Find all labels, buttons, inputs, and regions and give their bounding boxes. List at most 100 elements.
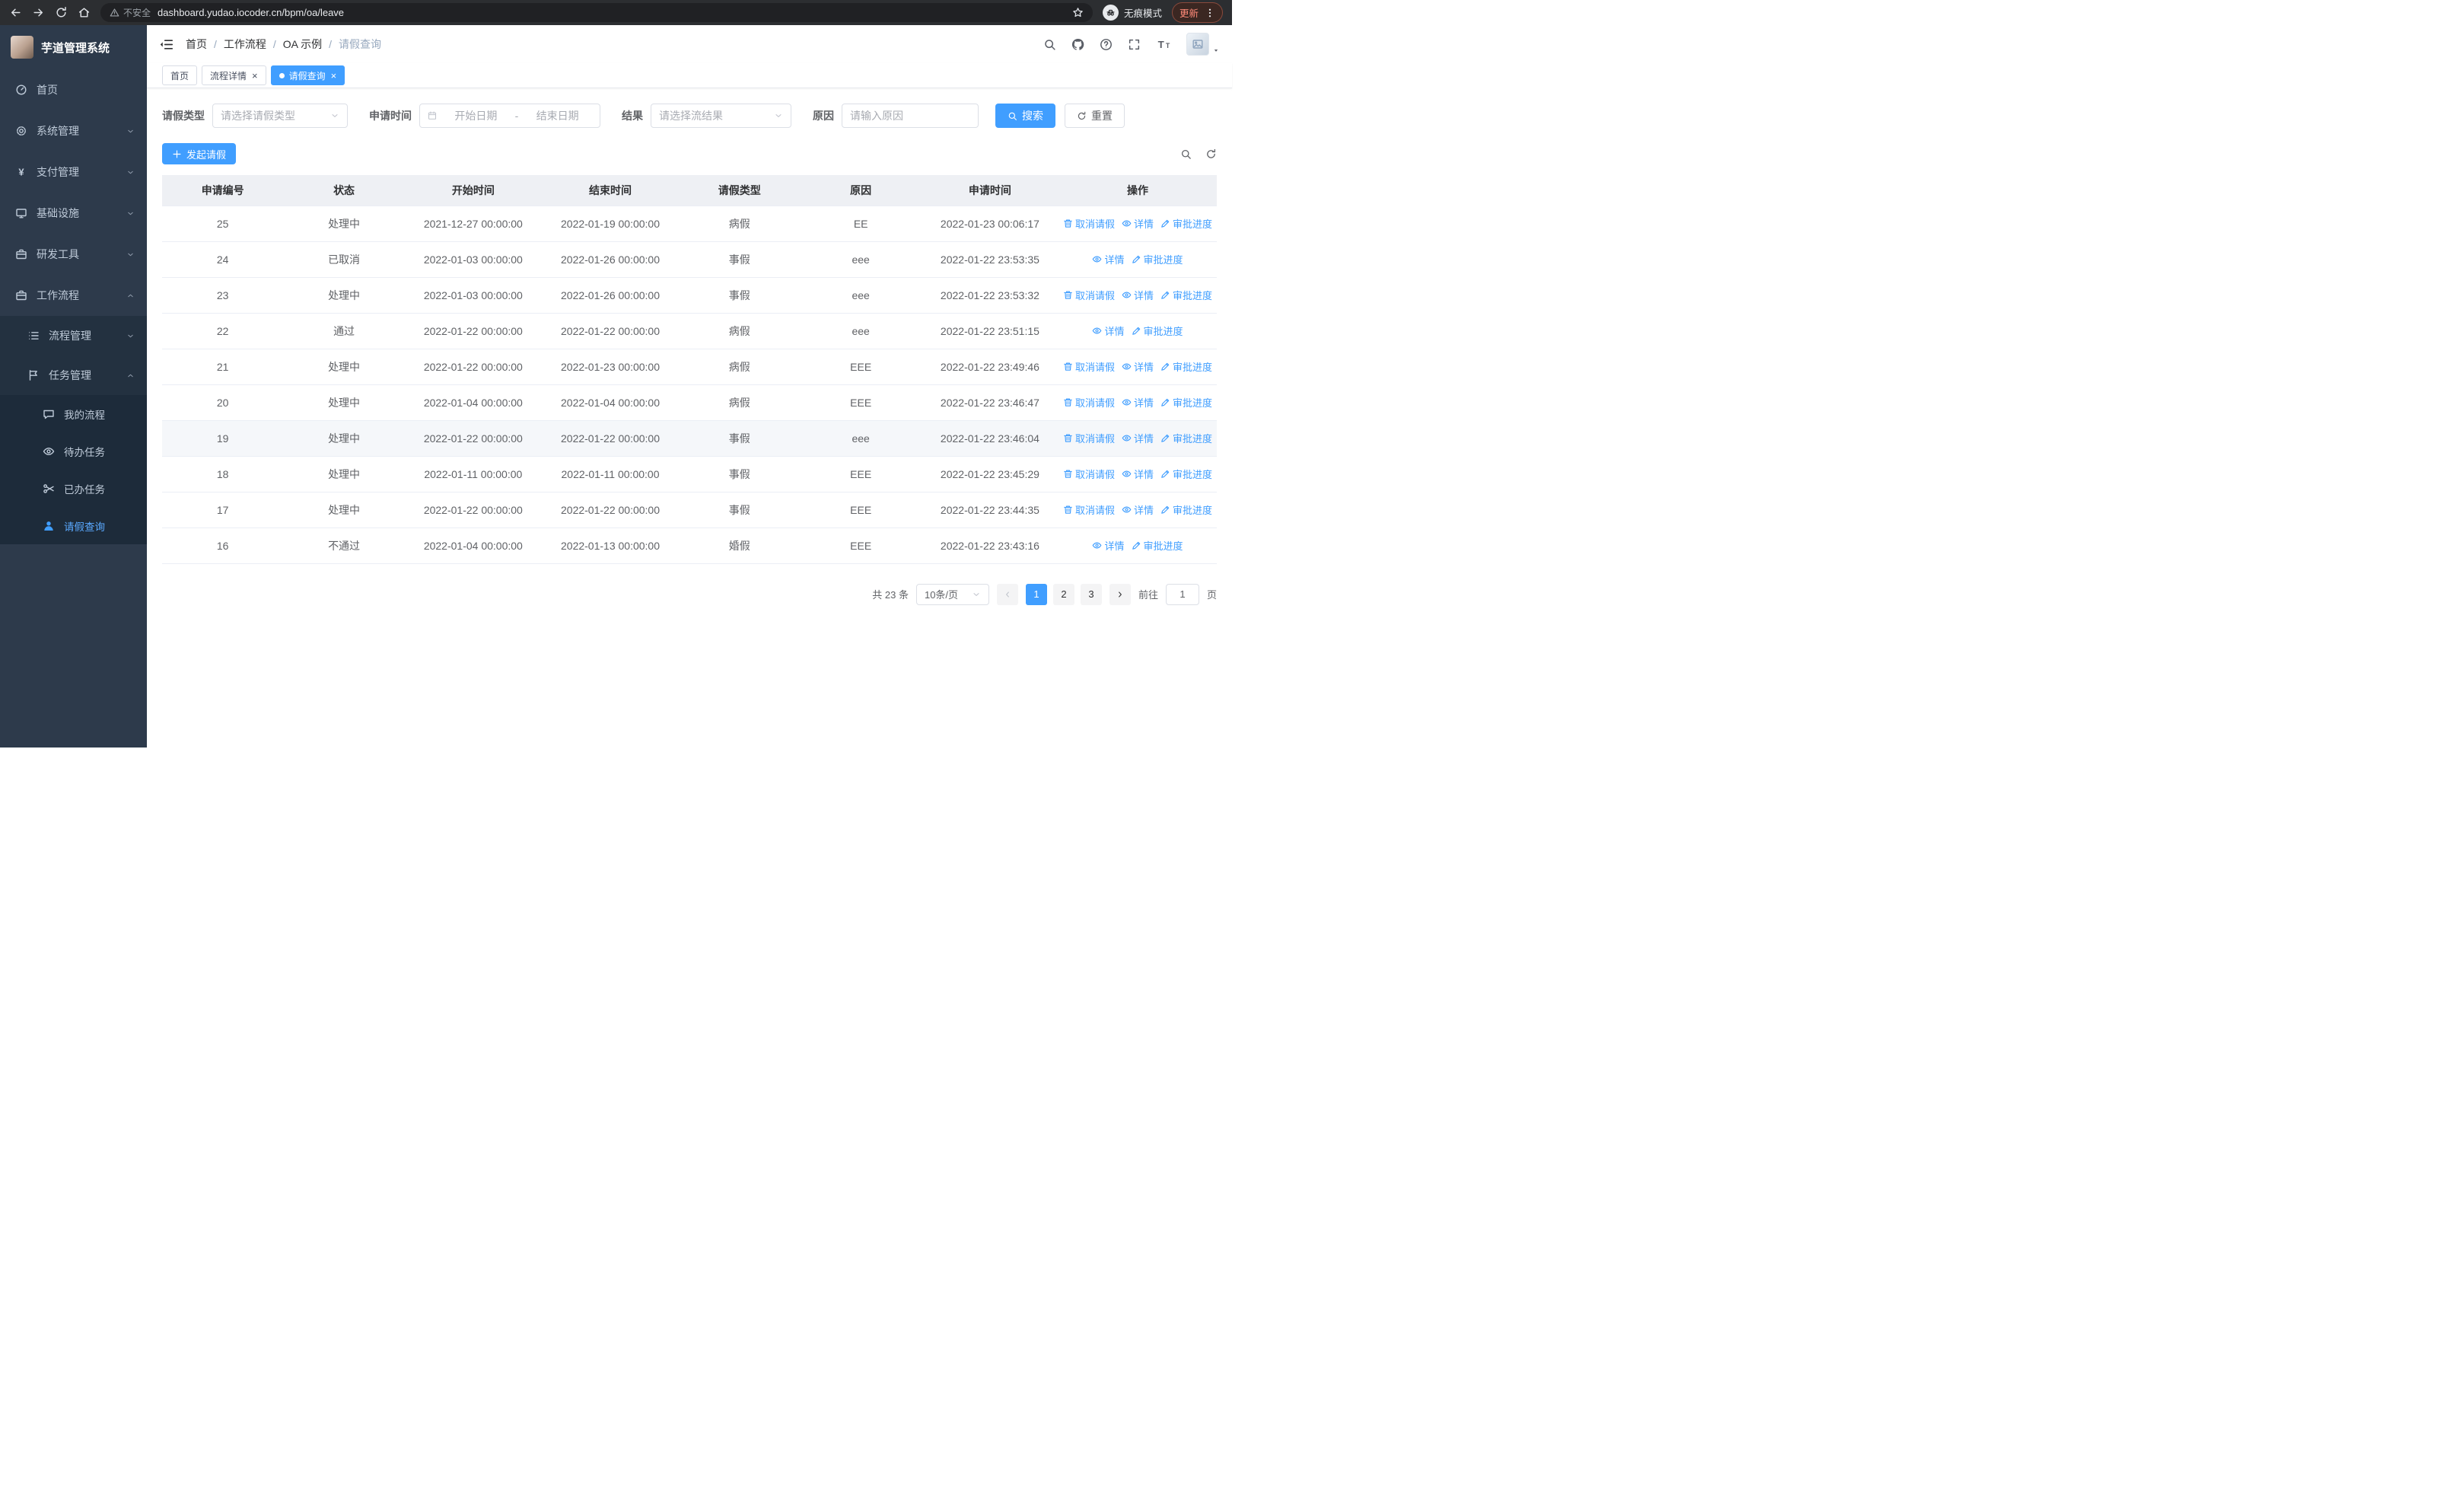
breadcrumb-item[interactable]: 工作流程 [224, 37, 266, 52]
action-detail[interactable]: 详情 [1092, 252, 1125, 266]
leave-type-select[interactable]: 请选择请假类型 [212, 104, 348, 128]
page-button-2[interactable]: 2 [1052, 583, 1074, 605]
action-cancel[interactable]: 取消请假 [1063, 467, 1115, 481]
action-progress[interactable]: 审批进度 [1160, 431, 1212, 445]
bookmark-star-icon[interactable] [1072, 7, 1084, 18]
sidebar-item-payment-management[interactable]: ¥ 支付管理 [0, 151, 147, 193]
cell-type: 事假 [679, 420, 801, 457]
action-cancel[interactable]: 取消请假 [1063, 431, 1115, 445]
action-detail[interactable]: 详情 [1092, 538, 1125, 553]
collapse-menu-icon[interactable] [159, 37, 173, 52]
cell-start: 2022-01-22 00:00:00 [404, 349, 542, 385]
action-progress[interactable]: 审批进度 [1132, 538, 1183, 553]
fullscreen-icon[interactable] [1128, 38, 1141, 51]
security-warning[interactable]: 不安全 [110, 6, 151, 19]
goto-page-input[interactable] [1165, 583, 1199, 605]
reset-button[interactable]: 重置 [1065, 104, 1125, 128]
sidebar-item-leave-query[interactable]: 请假查询 [0, 507, 147, 544]
tab-process-detail[interactable]: 流程详情 × [202, 65, 266, 85]
action-detail[interactable]: 详情 [1122, 359, 1154, 374]
action-detail[interactable]: 详情 [1122, 467, 1154, 481]
result-select[interactable]: 请选择流结果 [651, 104, 791, 128]
table-row[interactable]: 18 处理中 2022-01-11 00:00:00 2022-01-11 00:00… [162, 456, 1217, 492]
action-label: 详情 [1104, 540, 1125, 552]
action-cancel[interactable]: 取消请假 [1063, 216, 1115, 231]
prev-page-button[interactable] [996, 583, 1018, 605]
action-cancel[interactable]: 取消请假 [1063, 359, 1115, 374]
page-button-1[interactable]: 1 [1025, 583, 1047, 605]
action-detail[interactable]: 详情 [1092, 324, 1125, 338]
breadcrumb-item[interactable]: 首页 [186, 37, 207, 52]
user-menu[interactable] [1186, 33, 1220, 56]
action-progress[interactable]: 审批进度 [1160, 216, 1212, 231]
sidebar-item-task-management[interactable]: 任务管理 [0, 355, 147, 395]
action-detail[interactable]: 详情 [1122, 502, 1154, 517]
chevron-down-icon [126, 332, 135, 340]
close-tab-icon[interactable]: × [331, 71, 337, 81]
browser-menu-icon[interactable] [1205, 8, 1215, 18]
sidebar-item-workflow[interactable]: 工作流程 [0, 275, 147, 316]
reload-icon[interactable] [55, 6, 68, 19]
table-row[interactable]: 22 通过 2022-01-22 00:00:00 2022-01-22 00:00:… [162, 313, 1217, 349]
action-cancel[interactable]: 取消请假 [1063, 288, 1115, 302]
page-button-3[interactable]: 3 [1080, 583, 1102, 605]
reason-input[interactable] [850, 110, 970, 122]
trash-icon [1063, 362, 1073, 371]
chevron-down-icon [330, 111, 339, 120]
breadcrumb-item[interactable]: OA 示例 [283, 37, 322, 52]
action-cancel[interactable]: 取消请假 [1063, 502, 1115, 517]
search-button[interactable]: 搜索 [995, 104, 1055, 128]
table-row[interactable]: 20 处理中 2022-01-04 00:00:00 2022-01-04 00:00… [162, 384, 1217, 421]
sidebar-item-todo-tasks[interactable]: 待办任务 [0, 432, 147, 470]
toggle-search-icon[interactable] [1180, 148, 1192, 160]
address-bar[interactable]: 不安全 dashboard.yudao.iocoder.cn/bpm/oa/le… [100, 3, 1093, 22]
table-row[interactable]: 17 处理中 2022-01-22 00:00:00 2022-01-22 00:00… [162, 492, 1217, 528]
table-row[interactable]: 16 不通过 2022-01-04 00:00:00 2022-01-13 00:00… [162, 528, 1217, 564]
action-detail[interactable]: 详情 [1122, 216, 1154, 231]
trash-icon [1063, 290, 1073, 300]
forward-icon[interactable] [32, 6, 45, 19]
sidebar-item-my-process[interactable]: 我的流程 [0, 395, 147, 432]
sidebar-item-process-management[interactable]: 流程管理 [0, 316, 147, 355]
action-progress[interactable]: 审批进度 [1132, 252, 1183, 266]
next-page-button[interactable] [1109, 583, 1131, 605]
action-detail[interactable]: 详情 [1122, 431, 1154, 445]
search-icon[interactable] [1043, 38, 1056, 51]
back-icon[interactable] [9, 6, 22, 19]
sidebar-item-dev-tools[interactable]: 研发工具 [0, 234, 147, 275]
action-progress[interactable]: 审批进度 [1160, 359, 1212, 374]
apply-time-range-picker[interactable]: 开始日期 - 结束日期 [419, 104, 600, 128]
table-row[interactable]: 24 已取消 2022-01-03 00:00:00 2022-01-26 00:00… [162, 241, 1217, 278]
cell-id: 19 [162, 420, 284, 457]
github-icon[interactable] [1071, 38, 1084, 51]
tab-home[interactable]: 首页 [162, 65, 198, 85]
sidebar-item-home[interactable]: 首页 [0, 69, 147, 110]
tab-leave-query[interactable]: 请假查询 × [270, 65, 345, 85]
update-chip[interactable]: 更新 [1171, 2, 1223, 23]
help-icon[interactable] [1100, 38, 1113, 51]
page-size-select[interactable]: 10条/页 [915, 583, 989, 605]
font-size-icon[interactable]: TT [1156, 37, 1171, 51]
logo[interactable]: 芋道管理系统 [0, 25, 147, 69]
table-row[interactable]: 25 处理中 2021-12-27 00:00:00 2022-01-19 00:00… [162, 206, 1217, 242]
sidebar-item-system-management[interactable]: 系统管理 [0, 110, 147, 151]
close-tab-icon[interactable]: × [252, 71, 258, 81]
browser-home-icon[interactable] [78, 6, 91, 19]
action-progress[interactable]: 审批进度 [1160, 288, 1212, 302]
table-row[interactable]: 19 处理中 2022-01-22 00:00:00 2022-01-22 00:00… [162, 420, 1217, 457]
action-progress[interactable]: 审批进度 [1160, 467, 1212, 481]
action-detail[interactable]: 详情 [1122, 288, 1154, 302]
svg-text:T: T [1166, 42, 1170, 49]
table-row[interactable]: 21 处理中 2022-01-22 00:00:00 2022-01-23 00:00… [162, 349, 1217, 385]
action-progress[interactable]: 审批进度 [1160, 395, 1212, 410]
create-leave-button[interactable]: 发起请假 [162, 143, 237, 164]
todo-tasks-icon [43, 445, 55, 457]
action-detail[interactable]: 详情 [1122, 395, 1154, 410]
sidebar-item-infrastructure[interactable]: 基础设施 [0, 193, 147, 234]
action-progress[interactable]: 审批进度 [1132, 324, 1183, 338]
table-row[interactable]: 23 处理中 2022-01-03 00:00:00 2022-01-26 00:00… [162, 277, 1217, 314]
sidebar-item-done-tasks[interactable]: 已办任务 [0, 470, 147, 507]
action-progress[interactable]: 审批进度 [1160, 502, 1212, 517]
table-refresh-icon[interactable] [1205, 148, 1217, 160]
action-cancel[interactable]: 取消请假 [1063, 395, 1115, 410]
